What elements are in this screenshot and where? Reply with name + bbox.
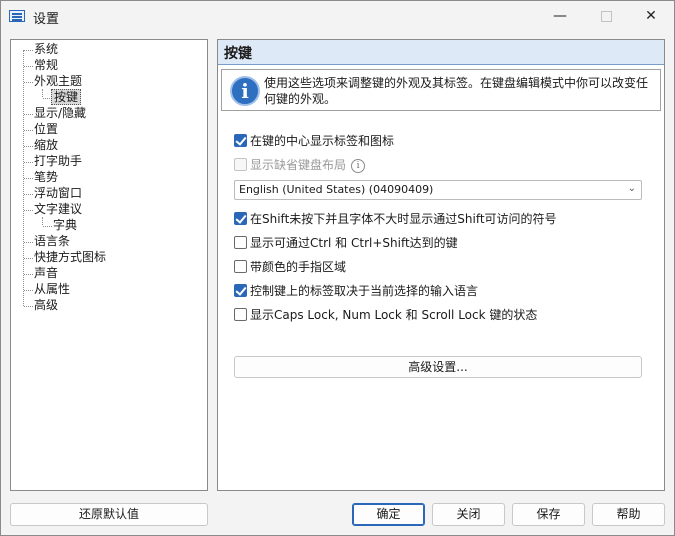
tree-line	[24, 290, 33, 291]
tree-item-properties[interactable]: 从属性	[34, 281, 70, 297]
tree-item-label: 系统	[34, 42, 59, 56]
checkbox[interactable]	[234, 284, 247, 297]
advanced-settings-button[interactable]: 高级设置...	[234, 356, 642, 378]
info-text: 使用这些选项来调整键的外观及其标签。在键盘编辑模式中你可以改变任何键的外观。	[264, 76, 649, 106]
checkbox[interactable]	[234, 260, 247, 273]
tree-line	[24, 178, 33, 179]
checkbox[interactable]	[234, 158, 247, 171]
tree-line	[24, 130, 33, 131]
tree-item-show-hide[interactable]: 显示/隐藏	[34, 105, 86, 121]
tree-line	[42, 89, 43, 97]
tree-item-system[interactable]: 系统	[34, 41, 58, 57]
tree-item-zoom[interactable]: 缩放	[34, 137, 58, 153]
tree-line	[24, 162, 33, 163]
info-box: i 使用这些选项来调整键的外观及其标签。在键盘编辑模式中你可以改变任何键的外观。	[221, 69, 661, 111]
tree-item-language-bar[interactable]: 语言条	[34, 233, 70, 249]
tree-item-label: 位置	[34, 122, 59, 136]
title-bar: 设置 — ✕	[1, 1, 674, 31]
tree-item-keys[interactable]: 按键	[51, 89, 82, 105]
tree-item-label: 打字助手	[34, 154, 83, 168]
tree-item-typing-assistant[interactable]: 打字助手	[34, 153, 82, 169]
tree-item-label: 声音	[34, 266, 59, 280]
chevron-down-icon: ⌄	[627, 183, 636, 194]
option-label: 控制键上的标签取决于当前选择的输入语言	[250, 284, 479, 298]
minimize-button[interactable]: —	[537, 1, 583, 31]
option-label: 在键的中心显示标签和图标	[250, 134, 395, 148]
help-button[interactable]: 帮助	[592, 503, 665, 526]
checkbox[interactable]	[234, 308, 247, 321]
tree-item-label: 常规	[34, 58, 59, 72]
tree-item-gestures[interactable]: 笔势	[34, 169, 58, 185]
tree-line	[24, 194, 33, 195]
tree-item-label: 按键	[51, 89, 82, 105]
page-title: 按键	[224, 46, 252, 62]
checkbox[interactable]	[234, 212, 247, 225]
tree-item-appearance[interactable]: 外观主题	[34, 73, 82, 89]
tree-item-label: 从属性	[34, 282, 71, 296]
tree-line	[42, 217, 43, 225]
option-label: 显示Caps Lock, Num Lock 和 Scroll Lock 键的状态	[250, 308, 538, 322]
tree-item-label: 浮动窗口	[34, 186, 83, 200]
tree-line	[24, 82, 33, 83]
tree-item-label: 字典	[53, 218, 78, 232]
tree-item-sound[interactable]: 声音	[34, 265, 58, 281]
tree-line	[24, 146, 33, 147]
close-button[interactable]: ✕	[628, 1, 674, 31]
info-small-icon[interactable]: i	[351, 158, 366, 173]
maximize-button[interactable]	[583, 1, 629, 31]
option-label: 显示可通过Ctrl 和 Ctrl+Shift达到的键	[250, 236, 458, 250]
settings-tree[interactable]: 系统 常规 外观主题 按键 显示/隐藏 位置 缩放 打字助手 笔势 浮动窗口 文…	[10, 39, 208, 491]
tree-line	[24, 50, 33, 51]
tree-line	[24, 210, 33, 211]
tree-line	[43, 226, 52, 227]
tree-item-advanced[interactable]: 高级	[34, 297, 58, 313]
tree-item-label: 文字建议	[34, 202, 83, 216]
panel-header: 按键	[218, 40, 664, 65]
tree-item-floating-window[interactable]: 浮动窗口	[34, 185, 82, 201]
tree-item-shortcut-icon[interactable]: 快捷方式图标	[34, 249, 106, 265]
tree-line	[24, 114, 33, 115]
tree-line	[24, 258, 33, 259]
tree-item-label: 笔势	[34, 170, 59, 184]
tree-item-label: 语言条	[34, 234, 71, 248]
ok-button[interactable]: 确定	[352, 503, 425, 526]
checkbox[interactable]	[234, 134, 247, 147]
tree-item-label: 快捷方式图标	[34, 250, 107, 264]
layout-select-value: English (United States) (04090409)	[239, 183, 434, 196]
checkbox[interactable]	[234, 236, 247, 249]
option-label: 带颜色的手指区域	[250, 260, 347, 274]
tree-item-general[interactable]: 常规	[34, 57, 58, 73]
tree-item-dictionary[interactable]: 字典	[53, 217, 77, 233]
restore-defaults-button[interactable]: 还原默认值	[10, 503, 208, 526]
save-button[interactable]: 保存	[512, 503, 585, 526]
layout-select[interactable]: English (United States) (04090409) ⌄	[234, 180, 642, 200]
tree-item-word-suggestions[interactable]: 文字建议	[34, 201, 82, 217]
tree-item-position[interactable]: 位置	[34, 121, 58, 137]
tree-item-label: 显示/隐藏	[34, 106, 87, 120]
keys-settings-panel: 按键 i 使用这些选项来调整键的外观及其标签。在键盘编辑模式中你可以改变任何键的…	[217, 39, 665, 491]
tree-line	[24, 274, 33, 275]
tree-item-label: 缩放	[34, 138, 59, 152]
option-label: 在Shift未按下并且字体不大时显示通过Shift可访问的符号	[250, 212, 557, 226]
option-label-wrap: 显示缺省键盘布局 i	[250, 156, 366, 174]
keyboard-icon	[9, 10, 25, 22]
tree-line	[24, 306, 33, 307]
close-dialog-button[interactable]: 关闭	[432, 503, 505, 526]
maximize-icon	[600, 10, 612, 22]
option-label: 显示缺省键盘布局	[250, 158, 347, 172]
tree-line	[24, 242, 33, 243]
tree-line	[24, 66, 33, 67]
window-title: 设置	[33, 12, 60, 27]
info-icon: i	[230, 76, 260, 106]
tree-item-label: 外观主题	[34, 74, 83, 88]
tree-item-label: 高级	[34, 298, 59, 312]
